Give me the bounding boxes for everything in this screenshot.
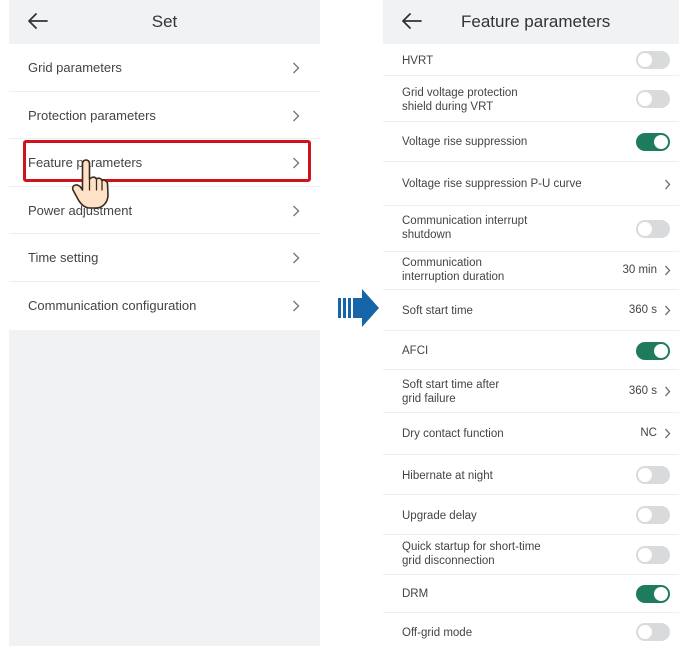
param-label: Soft start time [402,305,473,317]
chevron-right-icon [665,386,671,397]
param-label: Soft start time after grid failure [402,379,500,405]
menu-item-protection-parameters[interactable]: Protection parameters [9,92,320,140]
chevron-right-icon [665,305,671,316]
toggle-knob [654,587,668,601]
hand-pointer-icon [71,159,109,209]
toggle-hvrt[interactable] [636,51,670,69]
param-row-off-grid-mode: Off-grid mode [383,613,679,646]
toggle-knob [654,135,668,149]
param-label: Voltage rise suppression P-U curve [402,178,582,190]
toggle-voltage-rise-suppression[interactable] [636,133,670,151]
menu-item-label: Communication configuration [28,297,197,313]
toggle-knob [638,222,652,236]
param-row-grid-voltage-protection: Grid voltage protection shield during VR… [383,76,679,122]
toggle-knob [638,625,652,639]
param-row-soft-start-time[interactable]: Soft start time 360 s [383,290,679,331]
feature-parameters-header: Feature parameters [383,0,679,44]
chevron-right-icon [665,179,671,190]
chevron-right-icon [665,265,671,276]
param-row-afci: AFCI [383,331,679,370]
page-title: Feature parameters [461,12,611,31]
param-label: AFCI [402,345,429,357]
chevron-right-icon [293,205,300,217]
chevron-right-icon [293,252,300,264]
param-row-hibernate-at-night: Hibernate at night [383,455,679,495]
param-label: Voltage rise suppression [402,136,528,148]
param-label: Off-grid mode [402,627,473,639]
toggle-knob [638,508,652,522]
chevron-right-icon [293,300,300,312]
back-arrow-icon[interactable] [401,10,423,32]
param-label: Grid voltage protection shield during VR… [402,87,518,113]
highlight-box [23,140,311,182]
param-value: 360 s [628,385,657,397]
menu-item-grid-parameters[interactable]: Grid parameters [9,44,320,92]
toggle-knob [638,92,652,106]
menu-item-label: Grid parameters [28,60,122,75]
settings-menu: Grid parameters Protection parameters Fe… [9,44,320,330]
param-row-hvrt: HVRT [383,44,679,76]
toggle-hibernate-at-night[interactable] [636,466,670,484]
param-row-upgrade-delay: Upgrade delay [383,495,679,535]
toggle-knob [654,344,668,358]
toggle-comm-interrupt-shutdown[interactable] [636,220,670,238]
menu-item-time-setting[interactable]: Time setting [9,234,320,282]
menu-item-label: Time setting [28,250,99,266]
param-row-soft-start-after-grid-failure[interactable]: Soft start time after grid failure 360 s [383,370,679,413]
menu-item-power-adjustment[interactable]: Power adjustment [9,187,320,235]
param-label: Communication interrupt shutdown [402,215,528,241]
param-label: Upgrade delay [402,510,477,522]
chevron-right-icon [665,428,671,439]
toggle-grid-voltage-protection[interactable] [636,90,670,108]
param-label: Communication interruption duration [402,257,505,283]
param-row-comm-interruption-duration[interactable]: Communication interruption duration 30 m… [383,252,679,290]
toggle-knob [638,53,652,67]
param-label: Dry contact function [402,428,504,440]
feature-parameters-screen: Feature parameters HVRT Grid voltage pro… [383,0,679,646]
menu-item-label: Protection parameters [28,107,156,123]
param-value: NC [640,427,657,439]
chevron-right-icon [293,62,300,74]
param-row-drm: DRM [383,575,679,613]
param-label: Quick startup for short-time grid discon… [402,541,541,567]
param-row-voltage-rise-suppression: Voltage rise suppression [383,122,679,162]
toggle-afci[interactable] [636,342,670,360]
toggle-knob [638,548,652,562]
toggle-upgrade-delay[interactable] [636,506,670,524]
right-arrow-icon [338,289,379,327]
toggle-drm[interactable] [636,585,670,603]
menu-item-communication-configuration[interactable]: Communication configuration [9,282,320,330]
param-row-quick-startup: Quick startup for short-time grid discon… [383,535,679,575]
param-label: Hibernate at night [402,470,493,482]
toggle-quick-startup[interactable] [636,546,670,564]
settings-header: Set [9,0,320,44]
param-row-pu-curve[interactable]: Voltage rise suppression P-U curve [383,162,679,206]
page-title: Set [151,12,178,31]
param-row-comm-interrupt-shutdown: Communication interrupt shutdown [383,206,679,252]
param-value: 30 min [622,264,657,276]
param-value: 360 s [628,304,657,316]
toggle-off-grid-mode[interactable] [636,623,670,641]
param-label: DRM [402,588,429,600]
param-label: HVRT [402,55,434,67]
param-row-dry-contact-function[interactable]: Dry contact function NC [383,413,679,455]
toggle-knob [638,468,652,482]
settings-screen: Set Grid parameters Protection parameter… [9,0,320,646]
chevron-right-icon [293,110,300,122]
